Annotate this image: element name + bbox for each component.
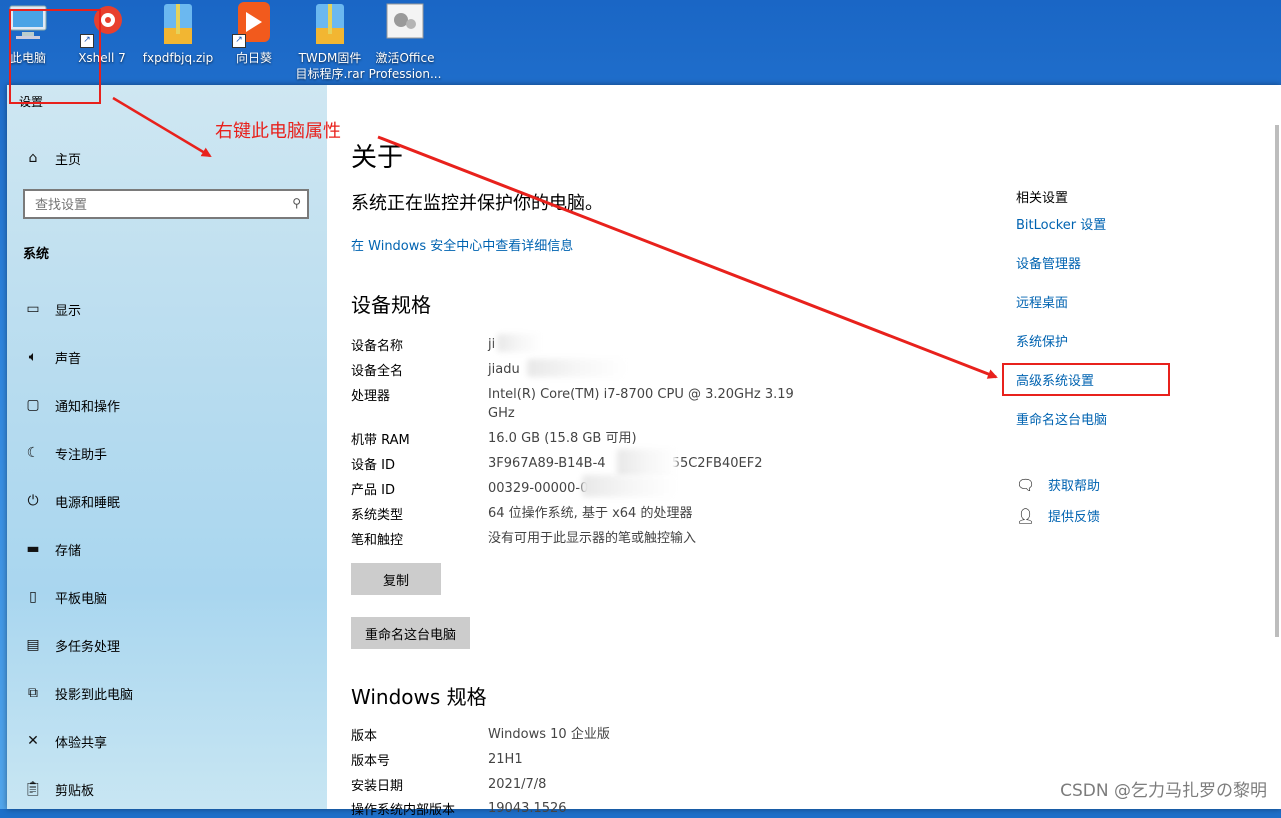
shortcut-arrow-icon: ↗ bbox=[232, 34, 246, 48]
desktop-icon-zip[interactable]: fxpdfbjq.zip bbox=[140, 0, 216, 66]
feedback-icon: 👤︎ bbox=[1016, 506, 1036, 525]
give-feedback-link[interactable]: 👤︎ 提供反馈 bbox=[1016, 506, 1100, 526]
power-icon: ⏻ bbox=[27, 493, 39, 509]
sidebar-item-share[interactable]: ✕ 体验共享 bbox=[23, 729, 107, 753]
spec-label: 版本 bbox=[351, 729, 378, 744]
spec-label: 机带 RAM bbox=[351, 433, 410, 448]
sidebar-item-clipboard[interactable]: 📋︎ 剪贴板 bbox=[23, 777, 94, 801]
spec-label: 系统类型 bbox=[351, 508, 404, 523]
sidebar-item-display[interactable]: ▭ 显示 bbox=[23, 297, 81, 321]
desktop-icon-office[interactable]: 激活Office Profession... bbox=[367, 0, 443, 82]
rename-pc-button[interactable]: 重命名这台电脑 bbox=[351, 617, 471, 649]
spec-label: 版本号 bbox=[351, 754, 391, 769]
sidebar-item-power[interactable]: ⏻ 电源和睡眠 bbox=[23, 489, 120, 513]
sidebar-item-label: 主页 bbox=[55, 152, 82, 168]
clipboard-icon: 📋︎ bbox=[24, 781, 42, 797]
spec-label: 设备名称 bbox=[351, 339, 404, 354]
search-icon[interactable]: ⚲ bbox=[292, 196, 301, 210]
spec-label: 安装日期 bbox=[351, 779, 404, 794]
spec-label: 设备 ID bbox=[351, 458, 395, 473]
scrollbar[interactable] bbox=[1275, 125, 1279, 637]
desktop-icon-rar[interactable]: TWDM固件 目标程序.rar bbox=[292, 0, 368, 82]
annotation-box-this-pc bbox=[9, 9, 101, 104]
system-protection-link[interactable]: 系统保护 bbox=[1016, 331, 1068, 350]
remote-desktop-link[interactable]: 远程桌面 bbox=[1016, 292, 1068, 311]
device-manager-link[interactable]: 设备管理器 bbox=[1016, 253, 1081, 272]
spec-value: 21H1 bbox=[488, 752, 523, 767]
sidebar: ⌂ 主页 ⚲ 系统 ▭显示 🔈︎声音 ▢通知和操作 ☾专注助手 ⏻电源和睡眠 ▬… bbox=[7, 85, 327, 809]
security-center-link[interactable]: 在 Windows 安全中心中查看详细信息 bbox=[351, 235, 573, 254]
related-settings-title: 相关设置 bbox=[1016, 191, 1069, 206]
project-icon: ⧉ bbox=[28, 685, 38, 701]
spec-value: Intel(R) Core(TM) i7-8700 CPU @ 3.20GHz … bbox=[488, 387, 794, 421]
spec-value: 没有可用于此显示器的笔或触控输入 bbox=[488, 531, 697, 546]
section-title: 系统 bbox=[23, 247, 50, 262]
windows-spec-heading: Windows 规格 bbox=[351, 685, 487, 709]
redaction-blur bbox=[582, 475, 677, 497]
sidebar-item-project[interactable]: ⧉ 投影到此电脑 bbox=[23, 681, 133, 705]
device-spec-heading: 设备规格 bbox=[351, 293, 431, 317]
display-icon: ▭ bbox=[26, 301, 40, 317]
spec-label: 设备全名 bbox=[351, 364, 404, 379]
spec-value: Windows 10 企业版 bbox=[488, 727, 610, 742]
spec-value: 16.0 GB (15.8 GB 可用) bbox=[488, 431, 637, 446]
spec-value: 2021/7/8 bbox=[488, 777, 547, 792]
redaction-blur bbox=[527, 359, 627, 377]
notification-icon: ▢ bbox=[26, 397, 40, 413]
protection-status-text: 系统正在监控并保护你的电脑。 bbox=[351, 193, 603, 214]
spec-label: 产品 ID bbox=[351, 483, 395, 498]
zip-archive-icon bbox=[154, 2, 202, 46]
bitlocker-link[interactable]: BitLocker 设置 bbox=[1016, 214, 1106, 233]
redaction-blur bbox=[497, 334, 542, 352]
help-chat-icon: 🗨︎ bbox=[1016, 475, 1036, 494]
settings-window: ⌂ 主页 ⚲ 系统 ▭显示 🔈︎声音 ▢通知和操作 ☾专注助手 ⏻电源和睡眠 ▬… bbox=[7, 85, 1281, 818]
sidebar-item-multitask[interactable]: ▤ 多任务处理 bbox=[23, 633, 120, 657]
annotation-text: 右键此电脑属性 bbox=[215, 121, 341, 142]
office-activator-icon bbox=[381, 2, 429, 46]
page-title: 关于 bbox=[351, 143, 404, 173]
get-help-link[interactable]: 🗨︎ 获取帮助 bbox=[1016, 475, 1100, 495]
tablet-icon: ▯ bbox=[29, 589, 37, 605]
desktop-icon-sunflower[interactable]: ↗ 向日葵 bbox=[216, 0, 292, 66]
sidebar-item-focus[interactable]: ☾ 专注助手 bbox=[23, 441, 107, 465]
sidebar-item-notifications[interactable]: ▢ 通知和操作 bbox=[23, 393, 120, 417]
rar-archive-icon bbox=[306, 2, 354, 46]
watermark: CSDN @乞力马扎罗の黎明 bbox=[1060, 781, 1267, 801]
sunflower-app-icon: ↗ bbox=[230, 2, 278, 48]
spec-label: 笔和触控 bbox=[351, 533, 404, 548]
share-icon: ✕ bbox=[27, 733, 39, 749]
sidebar-item-sound[interactable]: 🔈︎ 声音 bbox=[23, 345, 81, 369]
rename-pc-link[interactable]: 重命名这台电脑 bbox=[1016, 409, 1107, 428]
sidebar-item-tablet[interactable]: ▯ 平板电脑 bbox=[23, 585, 107, 609]
annotation-box-advanced-settings bbox=[1002, 363, 1170, 396]
sidebar-item-storage[interactable]: ▬ 存储 bbox=[23, 537, 81, 561]
storage-icon: ▬ bbox=[26, 541, 40, 557]
multitask-icon: ▤ bbox=[26, 637, 40, 653]
copy-button[interactable]: 复制 bbox=[351, 563, 441, 595]
home-icon: ⌂ bbox=[28, 150, 38, 166]
search-box: ⚲ bbox=[23, 189, 309, 219]
search-input[interactable] bbox=[33, 191, 277, 219]
spec-value: 64 位操作系统, 基于 x64 的处理器 bbox=[488, 506, 693, 521]
spec-label: 处理器 bbox=[351, 389, 391, 404]
main-content: 关于 系统正在监控并保护你的电脑。 在 Windows 安全中心中查看详细信息 … bbox=[327, 85, 1281, 818]
redaction-blur bbox=[617, 449, 677, 477]
sound-icon: 🔈︎ bbox=[28, 349, 38, 365]
sidebar-item-home[interactable]: ⌂ 主页 bbox=[23, 147, 81, 169]
focus-moon-icon: ☾ bbox=[26, 445, 40, 461]
